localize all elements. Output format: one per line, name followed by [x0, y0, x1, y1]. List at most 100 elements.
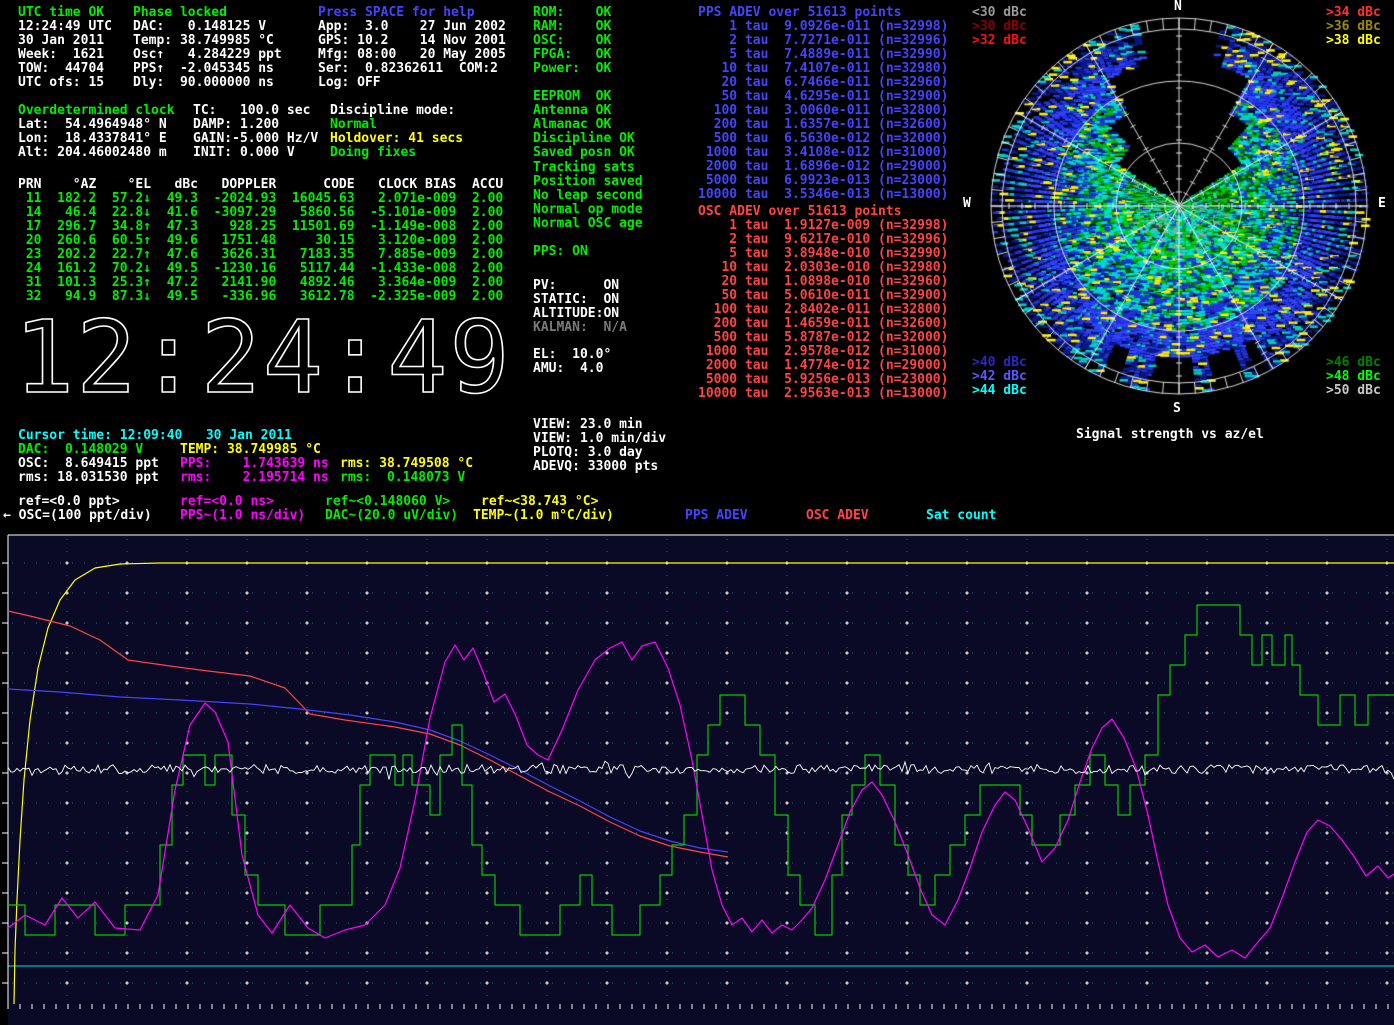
antenna-status: Antenna OK	[533, 104, 611, 118]
osc-adev-row: 100 tau 2.8402e-011 (n=32800)	[698, 303, 948, 317]
lady-heather-screen: 12:24:49 Signal strength vs az/el UTC ti…	[0, 0, 1394, 1025]
adevq-value: ADEVQ: 33000 pts	[533, 460, 658, 474]
legend-pps-adev: PPS ADEV	[685, 509, 748, 523]
plot-background	[8, 535, 1394, 1025]
phase-status: Phase locked	[133, 6, 227, 20]
legend-gt44dbc: >44 dBc	[972, 384, 1027, 398]
legend-gt32dbc: >32 dBc	[972, 34, 1027, 48]
fpga-status: FPGA: OK	[533, 48, 611, 62]
sat-table-row: 23 202.2 22.7↑ 47.6 3626.31 7183.35 7.88…	[18, 248, 503, 262]
legend-gt38dbc: >38 dBc	[1326, 34, 1381, 48]
osc-adev-row: 5 tau 3.8948e-010 (n=32990)	[698, 247, 948, 261]
temp-readout: Temp: 38.749985 °C	[133, 34, 274, 48]
utc-date: 30 Jan 2011	[18, 34, 104, 48]
gps-week: Week: 1621	[18, 48, 104, 62]
sat-table-row: 14 46.4 22.8↓ 41.6 -3097.29 5860.56 -5.1…	[18, 206, 503, 220]
osc-status: OSC: OK	[533, 34, 611, 48]
scale-pps: PPS~(1.0 ns/div)	[180, 509, 305, 523]
view-per-div: VIEW: 1.0 min/div	[533, 432, 666, 446]
cursor-temp: TEMP: 38.749985 °C	[180, 443, 321, 457]
pps-adev-row: 20 tau 6.7466e-011 (n=32960)	[698, 76, 948, 90]
dly-readout: Dly: 90.000000 ns	[133, 76, 274, 90]
legend-gt30dbc: >30 dBc	[972, 20, 1027, 34]
view-total: VIEW: 23.0 min	[533, 418, 643, 432]
static-state: STATIC: ON	[533, 293, 619, 307]
ram-status: RAM: OK	[533, 20, 611, 34]
rms-pps: rms: 2.195714 ns	[180, 471, 329, 485]
sat-table-row: 24 161.2 70.2↓ 49.5 -1230.16 5117.44 -1.…	[18, 262, 503, 276]
pps-adev-row: 10000 tau 3.5346e-013 (n=13000)	[698, 188, 948, 202]
legend-osc-adev: OSC ADEV	[806, 509, 869, 523]
osc-adev-row: 50 tau 5.0610e-011 (n=32900)	[698, 289, 948, 303]
compass-e: E	[1378, 197, 1386, 211]
op-mode-status: Normal op mode	[533, 203, 643, 217]
leap-status: No leap second	[533, 189, 643, 203]
pps-adev-row: 200 tau 1.6357e-011 (n=32600)	[698, 118, 948, 132]
help-hint: Press SPACE for help	[318, 6, 475, 20]
sat-table-header: PRN °AZ °EL dBc DOPPLER CODE CLOCK BIAS …	[18, 178, 503, 192]
cursor-osc: OSC: 8.649415 ppt	[18, 457, 159, 471]
pv-state: PV: ON	[533, 279, 619, 293]
utc-status: UTC time OK	[18, 6, 104, 20]
amu-mask: AMU: 4.0	[533, 362, 603, 376]
pps-adev-row: 5000 tau 6.9923e-013 (n=23000)	[698, 174, 948, 188]
sat-table-row: 11 182.2 57.2↓ 49.3 -2024.93 16045.63 2.…	[18, 192, 503, 206]
pps-readout: PPS↑ -2.045345 ns	[133, 62, 274, 76]
pps-state: PPS: ON	[533, 245, 588, 259]
compass-w: W	[963, 197, 971, 211]
osc-adev-row: 20 tau 1.0898e-010 (n=32960)	[698, 275, 948, 289]
osc-adev-row: 10 tau 2.0303e-010 (n=32980)	[698, 261, 948, 275]
clock-time: 12:24:49	[14, 299, 512, 408]
legend-gt46dbc: >46 dBc	[1326, 356, 1381, 370]
rms-dac: rms: 0.148073 V	[340, 471, 465, 485]
serial-number: Ser: 0.82362611 COM:2	[318, 62, 498, 76]
pps-adev-row: 50 tau 4.6295e-011 (n=32900)	[698, 90, 948, 104]
discipline-mode-label: Discipline mode:	[330, 104, 455, 118]
pps-adev-row: 1 tau 9.0926e-011 (n=32998)	[698, 20, 948, 34]
main-plot[interactable]	[0, 530, 1394, 1025]
osc-adev-row: 2 tau 9.6217e-010 (n=32996)	[698, 233, 948, 247]
compass-n: N	[1174, 0, 1182, 14]
gain-value: GAIN:-5.000 Hz/V	[193, 132, 318, 146]
scale-temp: TEMP~(1.0 m°C/div)	[473, 509, 614, 523]
sat-table-row: 31 101.3 25.3↑ 47.2 2141.90 4892.46 3.36…	[18, 276, 503, 290]
pps-adev-row: 500 tau 6.5630e-012 (n=32000)	[698, 132, 948, 146]
gps-version: GPS: 10.2 14 Nov 2001	[318, 34, 506, 48]
saved-posn-status: Saved posn OK	[533, 146, 635, 160]
legend-sat-count: Sat count	[926, 509, 996, 523]
plotq-value: PLOTQ: 3.0 day	[533, 446, 643, 460]
cursor-time: Cursor time: 12:09:40 30 Jan 2011	[18, 429, 292, 443]
tracking-status: Tracking sats	[533, 161, 635, 175]
osc-adev-row: 5000 tau 5.9256e-013 (n=23000)	[698, 373, 948, 387]
pps-adev-row: 10 tau 7.4107e-011 (n=32980)	[698, 62, 948, 76]
sat-table-row: 17 296.7 34.8↑ 47.3 928.25 11501.69 -1.1…	[18, 220, 503, 234]
mfg-date: Mfg: 08:00 20 May 2005	[318, 48, 506, 62]
cursor-pps: PPS: 1.743639 ns	[180, 457, 329, 471]
dac-readout: DAC: 0.148125 V	[133, 20, 266, 34]
osc-adev-title: OSC ADEV over 51613 points	[698, 205, 902, 219]
legend-gt34dbc: >34 dBc	[1326, 6, 1381, 20]
osc-age-status: Normal OSC age	[533, 217, 643, 231]
legend-gt40dbc: >40 dBc	[972, 356, 1027, 370]
osc-adev-row: 1000 tau 2.9578e-012 (n=31000)	[698, 345, 948, 359]
osc-adev-row: 500 tau 5.8787e-012 (n=32000)	[698, 331, 948, 345]
cursor-dac: DAC: 0.148029 V	[18, 443, 143, 457]
pps-adev-row: 1000 tau 3.4108e-012 (n=31000)	[698, 146, 948, 160]
almanac-status: Almanac OK	[533, 118, 611, 132]
ref-osc: ref=<0.0 ppt>	[18, 495, 120, 509]
ref-pps: ref=<0.0 ns>	[180, 495, 274, 509]
receiver-mode: Overdetermined clock	[18, 104, 175, 118]
legend-gt50dbc: >50 dBc	[1326, 384, 1381, 398]
pps-adev-row: 5 tau 7.4889e-011 (n=32990)	[698, 48, 948, 62]
legend-gt48dbc: >48 dBc	[1326, 370, 1381, 384]
rms-temp: rms: 38.749508 °C	[340, 457, 473, 471]
init-value: INIT: 0.000 V	[193, 146, 295, 160]
log-status: Log: OFF	[318, 76, 381, 90]
rom-status: ROM: OK	[533, 6, 611, 20]
digital-clock: 12:24:49	[10, 296, 530, 408]
sat-table-row: 20 260.6 60.5↑ 49.6 1751.48 30.15 3.120e…	[18, 234, 503, 248]
legend-gt36dbc: >36 dBc	[1326, 20, 1381, 34]
scale-osc: ← OSC=(100 ppt/div)	[3, 509, 152, 523]
osc-adev-row: 200 tau 1.4659e-011 (n=32600)	[698, 317, 948, 331]
altitude-state: ALTITUDE:ON	[533, 307, 619, 321]
